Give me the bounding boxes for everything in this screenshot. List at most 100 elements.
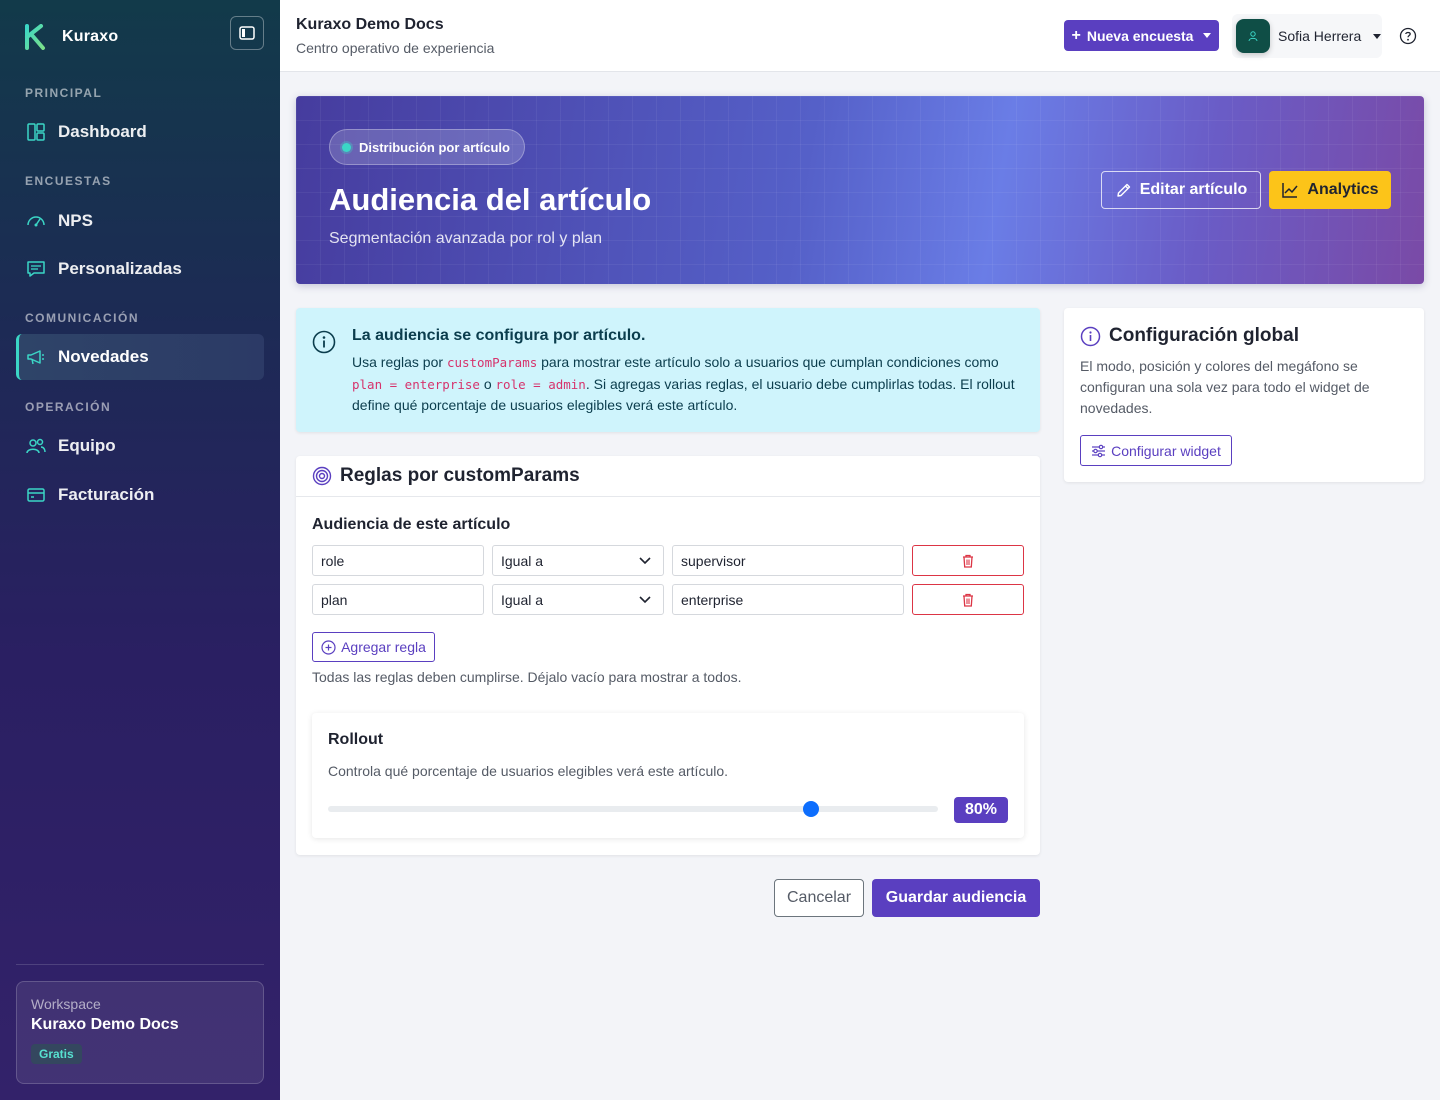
sidebar-item-label: Equipo	[58, 436, 116, 455]
operator-select[interactable]: Igual a	[492, 545, 664, 576]
analytics-button[interactable]: Analytics	[1269, 171, 1391, 209]
users-icon	[26, 438, 46, 454]
status-dot-icon	[342, 142, 351, 152]
hero-banner: Distribución por artículo Audiencia del …	[296, 96, 1424, 284]
brand-name: Kuraxo	[62, 28, 119, 45]
topbar: Kuraxo Demo Docs Centro operativo de exp…	[280, 0, 1440, 72]
speedometer-icon	[27, 216, 45, 227]
megaphone-icon	[27, 350, 44, 365]
audience-label: Audiencia de este artículo	[312, 516, 511, 533]
configure-widget-button[interactable]: Configurar widget	[1080, 435, 1232, 466]
rollout-value-badge: 80%	[954, 797, 1008, 823]
sidebar-collapse-icon	[239, 26, 255, 40]
global-config-header: Configuración global	[1080, 325, 1299, 347]
dashboard-icon	[27, 123, 45, 141]
rollout-title: Rollout	[328, 731, 384, 748]
add-rule-button[interactable]: Agregar regla	[312, 632, 435, 662]
operator-value: Igual a	[501, 591, 544, 608]
chevron-down-icon	[639, 556, 651, 564]
value-input[interactable]: enterprise	[672, 584, 904, 615]
sidebar-item-label: Novedades	[58, 347, 149, 366]
sidebar-item-equipo[interactable]: Equipo	[16, 423, 264, 469]
code-snippet: plan = enterprise	[352, 376, 480, 392]
section-label-encuestas: ENCUESTAS	[25, 174, 112, 188]
target-icon	[312, 466, 332, 486]
chevron-down-icon	[639, 595, 651, 603]
edit-article-button[interactable]: Editar artículo	[1101, 171, 1261, 209]
user-name: Sofia Herrera	[1278, 28, 1362, 44]
plus-circle-icon	[321, 639, 336, 655]
chat-icon	[27, 261, 45, 277]
info-circle-icon	[312, 330, 336, 354]
configure-widget-label: Configurar widget	[1111, 442, 1221, 459]
sidebar-item-nps[interactable]: NPS	[16, 198, 264, 244]
section-label-operacion: OPERACIÓN	[25, 400, 112, 414]
sidebar-item-facturacion[interactable]: Facturación	[16, 472, 264, 518]
sidebar-item-personalizadas[interactable]: Personalizadas	[16, 246, 264, 292]
delete-rule-button[interactable]	[912, 545, 1024, 576]
param-input[interactable]: role	[312, 545, 484, 576]
workspace-card[interactable]: Workspace Kuraxo Demo Docs Gratis	[16, 981, 264, 1084]
info-text: para mostrar este artículo solo a usuari…	[537, 354, 999, 370]
plan-badge: Gratis	[31, 1044, 82, 1064]
edit-article-label: Editar artículo	[1139, 181, 1248, 198]
trash-icon	[963, 593, 973, 607]
rules-header: Reglas por customParams	[296, 456, 1040, 497]
info-circle-icon	[1080, 326, 1101, 346]
value-input[interactable]: supervisor	[672, 545, 904, 576]
hero-badge: Distribución por artículo	[329, 129, 525, 165]
credit-card-icon	[27, 488, 45, 502]
chart-line-icon	[1282, 183, 1298, 198]
operator-select[interactable]: Igual a	[492, 584, 664, 615]
info-text: o	[479, 375, 496, 392]
avatar	[1236, 19, 1270, 53]
pencil-icon	[1117, 183, 1130, 197]
hero-subtitle: Segmentación avanzada por rol y plan	[329, 230, 603, 247]
sidebar-item-label: NPS	[58, 211, 93, 230]
page-title: Kuraxo Demo Docs	[296, 16, 444, 33]
page-subtitle: Centro operativo de experiencia	[296, 40, 495, 56]
new-survey-button[interactable]: + Nueva encuesta	[1064, 20, 1219, 51]
hero-badge-label: Distribución por artículo	[359, 139, 510, 155]
plus-icon: +	[1071, 26, 1081, 44]
sidebar-item-label: Personalizadas	[58, 259, 182, 278]
rules-hint: Todas las reglas deben cumplirse. Déjalo…	[312, 669, 742, 685]
sidebar-item-novedades[interactable]: Novedades	[16, 334, 264, 380]
param-input[interactable]: plan	[312, 584, 484, 615]
info-body: Usa reglas por customParams para mostrar…	[352, 352, 1028, 417]
section-label-principal: PRINCIPAL	[25, 86, 103, 100]
global-config-description: El modo, posición y colores del megáfono…	[1080, 358, 1370, 416]
workspace-label: Workspace	[31, 996, 101, 1012]
section-label-comunicacion: COMUNICACIÓN	[25, 311, 139, 325]
sidebar-item-dashboard[interactable]: Dashboard	[16, 109, 264, 155]
rules-card: Reglas por customParams Audiencia de est…	[296, 456, 1040, 855]
brand[interactable]: Kuraxo	[24, 24, 118, 50]
sidebar-toggle-button[interactable]	[230, 16, 264, 50]
kuraxo-logo-icon	[25, 24, 45, 50]
add-rule-label: Agregar regla	[341, 639, 426, 655]
trash-icon	[963, 554, 973, 568]
sidebar-divider	[16, 964, 264, 965]
chevron-down-icon	[1203, 33, 1212, 38]
user-menu[interactable]: Sofia Herrera	[1232, 14, 1382, 58]
workspace-name: Kuraxo Demo Docs	[31, 1016, 179, 1033]
rollout-slider[interactable]	[328, 806, 938, 812]
slider-thumb[interactable]	[803, 801, 820, 817]
sidebar-item-label: Dashboard	[58, 122, 147, 141]
rollout-description: Controla qué porcentaje de usuarios eleg…	[328, 763, 729, 779]
operator-value: Igual a	[501, 552, 544, 569]
rollout-card: Rollout Controla qué porcentaje de usuar…	[312, 713, 1024, 838]
cancel-button[interactable]: Cancelar	[774, 879, 864, 917]
chevron-down-icon	[1373, 33, 1382, 39]
new-survey-label: Nueva encuesta	[1086, 27, 1194, 44]
sidebar-item-label: Facturación	[58, 485, 155, 504]
hero-title: Audiencia del artículo	[329, 182, 652, 217]
global-config-title: Configuración global	[1109, 325, 1299, 346]
info-text: Usa reglas por	[352, 354, 447, 370]
sliders-icon	[1092, 444, 1106, 457]
help-icon[interactable]	[1399, 27, 1417, 45]
delete-rule-button[interactable]	[912, 584, 1024, 615]
code-snippet: role = admin	[495, 376, 586, 392]
analytics-label: Analytics	[1307, 181, 1379, 198]
save-audience-button[interactable]: Guardar audiencia	[872, 879, 1040, 917]
